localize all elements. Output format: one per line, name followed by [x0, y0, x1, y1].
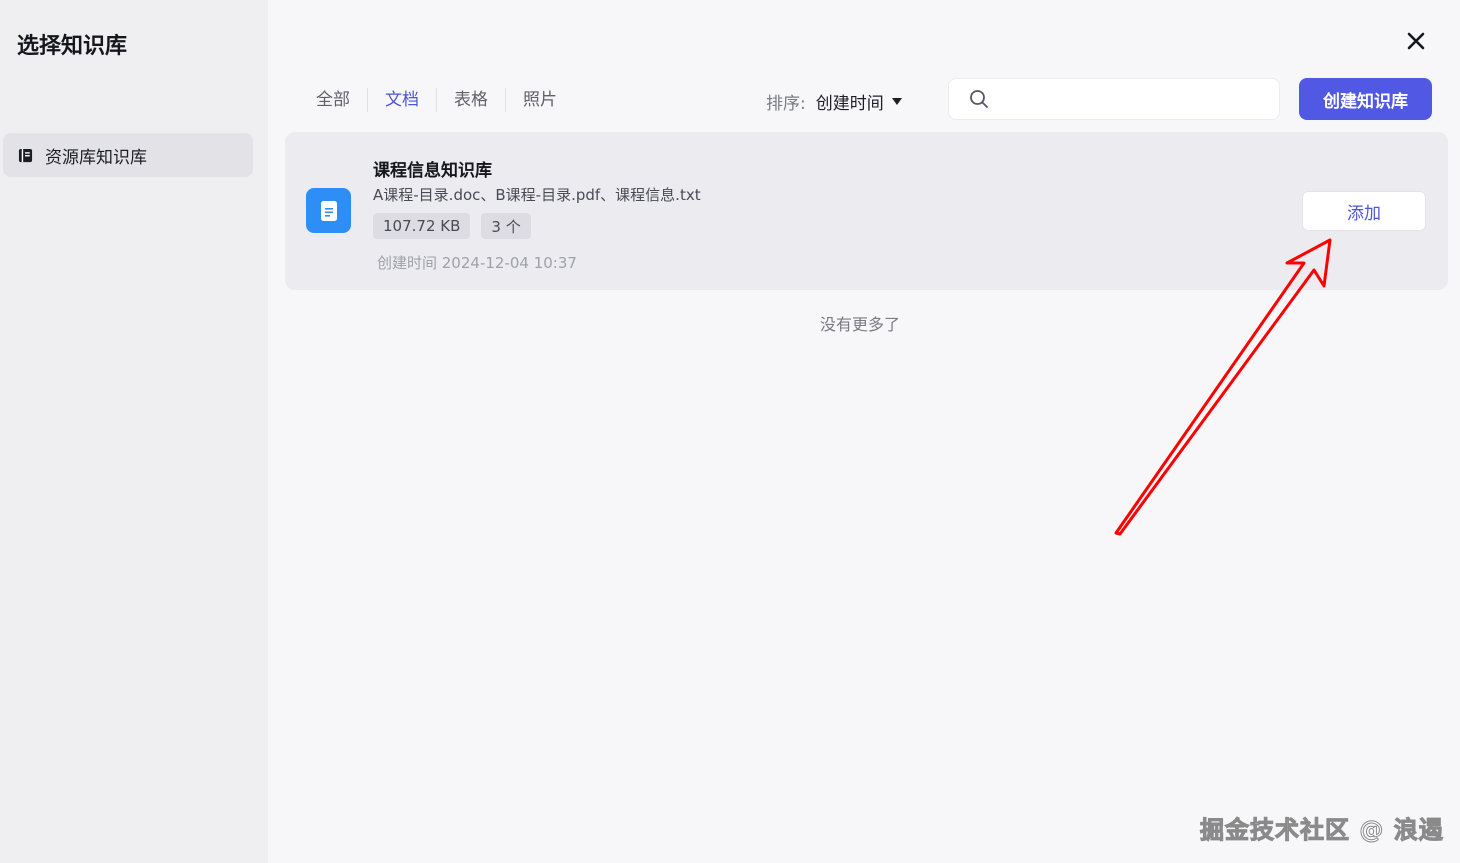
count-badge: 3 个 — [481, 213, 531, 239]
add-button[interactable]: 添加 — [1302, 191, 1426, 231]
tab-all[interactable]: 全部 — [298, 88, 367, 112]
tab-photos[interactable]: 照片 — [505, 88, 574, 112]
tab-tables[interactable]: 表格 — [436, 88, 505, 112]
close-icon[interactable] — [1403, 28, 1429, 54]
knowledge-base-files: A课程-目录.doc、B课程-目录.pdf、课程信息.txt — [373, 186, 701, 204]
knowledge-base-name: 课程信息知识库 — [373, 161, 492, 181]
size-badge: 107.72 KB — [373, 213, 471, 239]
sidebar-item-label: 资源库知识库 — [45, 147, 147, 168]
list-end-text: 没有更多了 — [820, 315, 901, 334]
dialog-title: 选择知识库 — [17, 34, 128, 59]
knowledge-base-card: 课程信息知识库 A课程-目录.doc、B课程-目录.pdf、课程信息.txt 1… — [285, 132, 1448, 290]
search-input[interactable] — [999, 90, 1269, 108]
sort-dropdown[interactable]: 排序: 创建时间 — [766, 89, 902, 114]
search-icon — [970, 90, 988, 108]
main-panel: 全部 文档 表格 照片 排序: 创建时间 创建知识库 课程信息知识库 A课程-目… — [268, 0, 1460, 863]
knowledge-base-tags: 107.72 KB 3 个 — [373, 213, 542, 239]
book-icon — [18, 148, 33, 162]
caret-down-icon — [891, 98, 902, 105]
sort-value: 创建时间 — [815, 94, 884, 114]
create-knowledge-base-button[interactable]: 创建知识库 — [1299, 78, 1432, 120]
search-box — [948, 78, 1280, 120]
type-tabs: 全部 文档 表格 照片 — [298, 88, 574, 112]
watermark: 掘金技术社区 @ 浪遏 — [1200, 816, 1444, 845]
tab-documents[interactable]: 文档 — [367, 88, 436, 112]
sidebar-item-resource-library[interactable]: 资源库知识库 — [3, 133, 253, 177]
sort-label: 排序: — [766, 94, 806, 114]
created-time: 创建时间 2024-12-04 10:37 — [377, 254, 577, 272]
sidebar: 选择知识库 资源库知识库 — [0, 0, 268, 863]
document-icon — [306, 188, 351, 233]
